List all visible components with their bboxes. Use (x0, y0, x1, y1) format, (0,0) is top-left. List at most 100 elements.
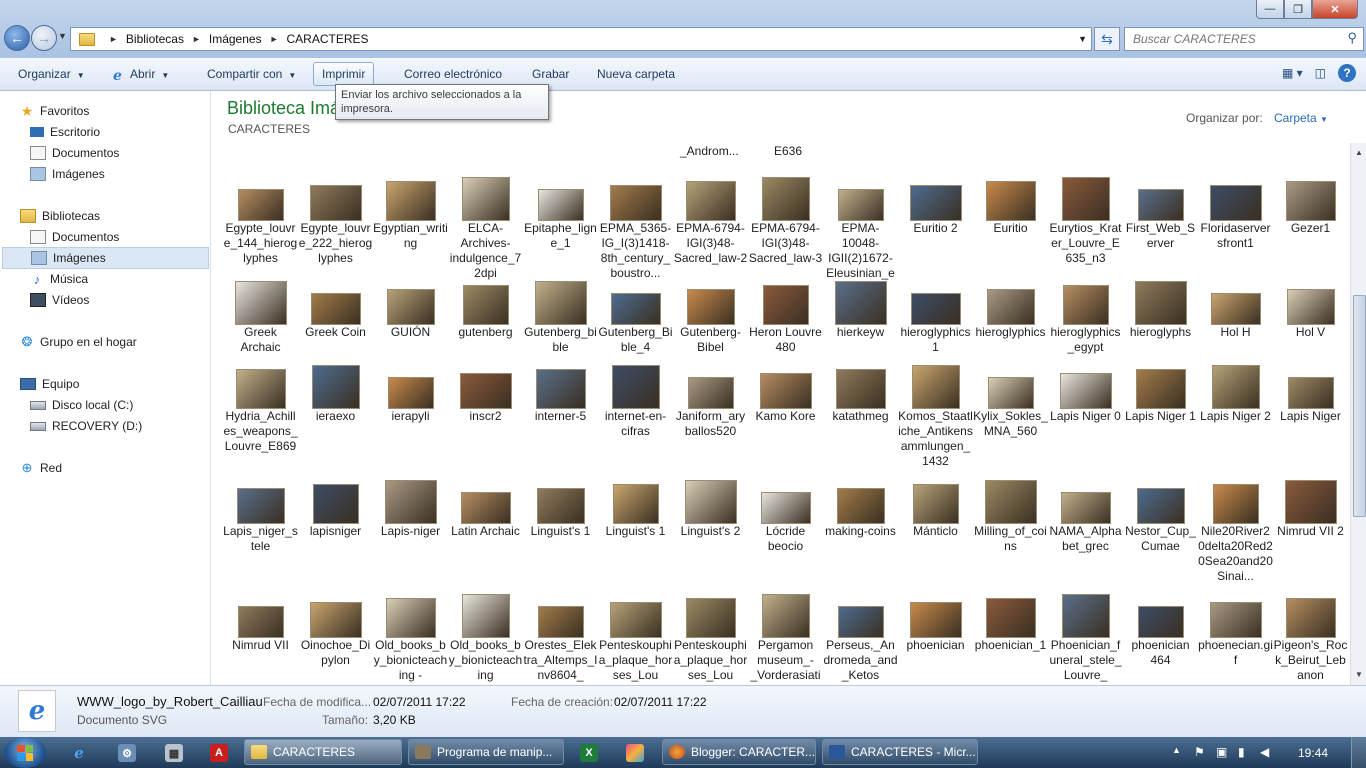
nav-network[interactable]: ⊕ Red (20, 458, 228, 478)
back-button[interactable]: ← (4, 25, 30, 51)
file-item[interactable]: making-coins (823, 476, 898, 539)
breadcrumb-libraries[interactable]: Bibliotecas (126, 32, 184, 46)
file-item[interactable]: phoenician 464 (1123, 590, 1198, 668)
scroll-thumb[interactable] (1353, 295, 1366, 517)
file-item[interactable]: Linguist's 1 (598, 476, 673, 539)
file-item[interactable]: Lapis-niger (373, 476, 448, 539)
task-explorer[interactable]: CARACTERES (244, 739, 402, 765)
search-input[interactable] (1131, 28, 1335, 50)
file-item[interactable]: hieroglyphics_egypt (1048, 277, 1123, 355)
nav-desktop[interactable]: Escritorio (30, 122, 238, 142)
nav-libraries[interactable]: Bibliotecas (20, 206, 228, 226)
chevron-right-icon[interactable]: ► (192, 34, 201, 44)
file-item[interactable]: NAMA_Alphabet_grec (1048, 476, 1123, 554)
nav-favorites[interactable]: ★ Favoritos (20, 101, 228, 121)
file-item[interactable]: EPMA_5365-IG_I(3)1418-8th_century_boustr… (598, 173, 673, 281)
file-item[interactable]: phoenician_1 (973, 590, 1048, 653)
file-item[interactable]: Lapis Niger 1 (1123, 361, 1198, 424)
file-item[interactable]: hieroglyphics 1 (898, 277, 973, 355)
file-item[interactable]: Milling_of_coins (973, 476, 1048, 554)
action-center-icon[interactable]: ⚑ (1194, 745, 1205, 759)
recent-pages-dropdown[interactable]: ▼ (58, 31, 67, 41)
file-item[interactable]: Euritio 2 (898, 173, 973, 236)
file-item[interactable]: Oinochoe_Dipylon (298, 590, 373, 668)
file-item[interactable]: Komos_Staatliche_Antikensammlungen_1432 (898, 361, 973, 469)
search-box[interactable]: ⚲ (1124, 27, 1364, 51)
chevron-right-icon[interactable]: ► (270, 34, 279, 44)
help-icon[interactable]: ? (1338, 64, 1356, 82)
burn-button[interactable]: Grabar (532, 67, 569, 81)
nav-computer[interactable]: Equipo (20, 374, 228, 394)
scroll-up-icon[interactable]: ▲ (1351, 145, 1366, 161)
nav-lib-music[interactable]: ♪ Música (30, 269, 238, 289)
file-item[interactable]: Lapis Niger 0 (1048, 361, 1123, 424)
forward-button[interactable]: → (31, 25, 57, 51)
file-item[interactable]: lapisniger (298, 476, 373, 539)
file-item[interactable]: Lócride beocio (748, 476, 823, 554)
file-item[interactable]: Mánticlo (898, 476, 973, 539)
share-button[interactable]: Compartir con ▼ (207, 67, 296, 81)
nav-homegroup[interactable]: ❂ Grupo en el hogar (20, 332, 228, 352)
file-item[interactable]: Nimrud VII 2 (1273, 476, 1348, 539)
file-item[interactable]: Egypte_louvre_222_hieroglyphes (298, 173, 373, 266)
file-item[interactable]: Nestor_Cup_Cumae (1123, 476, 1198, 554)
file-item[interactable]: Greek Archaic (223, 277, 298, 355)
file-item[interactable]: Linguist's 1 (523, 476, 598, 539)
vertical-scrollbar[interactable]: ▲ ▼ (1350, 143, 1366, 685)
network-signal-icon[interactable]: ▮ (1238, 745, 1245, 759)
acrobat-icon[interactable]: A (210, 744, 228, 762)
file-item[interactable]: Nile20River20delta20Red20Sea20and20Sinai… (1198, 476, 1273, 584)
nav-fav-documents[interactable]: Documentos (30, 143, 238, 163)
new-folder-button[interactable]: Nueva carpeta (597, 67, 675, 81)
file-item[interactable]: Hydria_Achilles_weapons_Louvre_E869 (223, 361, 298, 454)
file-item[interactable]: Penteskouphia_plaque_horses_Lou (598, 590, 673, 683)
file-item[interactable]: inscr2 (448, 361, 523, 424)
file-item[interactable]: Hol H (1198, 277, 1273, 340)
file-item[interactable]: Lapis Niger (1273, 361, 1348, 424)
file-item[interactable]: Penteskouphia_plaque_horses_Lou (673, 590, 748, 683)
network-tool-icon[interactable]: ⚙ (118, 744, 136, 762)
nav-lib-documents[interactable]: Documentos (30, 227, 238, 247)
file-item[interactable]: Hol V (1273, 277, 1348, 340)
task-firefox[interactable]: Blogger: CARACTER... (662, 739, 816, 765)
open-button[interactable]: e Abrir ▼ (113, 67, 169, 83)
file-item[interactable]: Gutenberg_Bible_4 (598, 277, 673, 355)
nav-lib-videos[interactable]: Vídeos (30, 290, 238, 310)
picasa-icon[interactable] (626, 744, 644, 762)
file-item[interactable]: ELCA-Archives-indulgence_72dpi (448, 173, 523, 281)
file-item[interactable]: Heron Louvre 480 (748, 277, 823, 355)
file-item[interactable]: First_Web_Server (1123, 173, 1198, 251)
file-item[interactable]: Phoenician_funeral_stele_Louvre_ (1048, 590, 1123, 683)
file-item[interactable]: Gutenberg-Bibel (673, 277, 748, 355)
file-item[interactable]: ierapyli (373, 361, 448, 424)
volume-icon[interactable]: ◀ (1260, 745, 1269, 759)
show-desktop-button[interactable] (1351, 737, 1366, 768)
file-item[interactable]: Pergamon museum_-_Vorderasiati (748, 590, 823, 683)
breadcrumb-images[interactable]: Imágenes (209, 32, 262, 46)
file-item[interactable]: gutenberg (448, 277, 523, 340)
file-item[interactable]: Kamo Kore (748, 361, 823, 424)
file-item[interactable]: EPMA-6794-IGI(3)48-Sacred_law-3 (748, 173, 823, 266)
search-icon[interactable]: ⚲ (1347, 30, 1357, 46)
organize-button[interactable]: Organizar ▼ (18, 67, 85, 81)
file-item[interactable]: Gezer1 (1273, 173, 1348, 236)
file-item[interactable]: Greek Coin (298, 277, 373, 340)
file-item[interactable]: Old_books_by_bionicteaching - (373, 590, 448, 683)
file-item[interactable]: hieroglyphs (1123, 277, 1198, 340)
task-word[interactable]: CARACTERES - Micr... (822, 739, 978, 765)
chevron-right-icon[interactable]: ► (109, 34, 118, 44)
scroll-down-icon[interactable]: ▼ (1351, 667, 1366, 683)
file-item[interactable]: Linguist's 2 (673, 476, 748, 539)
refresh-button[interactable]: ⇆ (1094, 27, 1120, 51)
print-button[interactable]: Imprimir (313, 62, 375, 86)
file-item[interactable]: Lapis_niger_stele (223, 476, 298, 554)
file-item[interactable]: Egypte_louvre_144_hieroglyphes (223, 173, 298, 266)
file-item[interactable]: Eurytios_Krater_Louvre_E635_n3 (1048, 173, 1123, 266)
file-item[interactable]: Latin Archaic (448, 476, 523, 539)
show-hidden-icons-icon[interactable]: ▲ (1172, 745, 1181, 755)
internet-explorer-icon[interactable]: e (70, 744, 88, 762)
arrange-by-dropdown[interactable]: Carpeta ▼ (1274, 111, 1328, 125)
address-bar[interactable]: ► Bibliotecas ► Imágenes ► CARACTERES ▼ (70, 27, 1092, 51)
file-item[interactable]: Perseus,_Andromeda_and_Ketos (823, 590, 898, 683)
preview-pane-icon[interactable]: ◫ (1315, 66, 1326, 80)
